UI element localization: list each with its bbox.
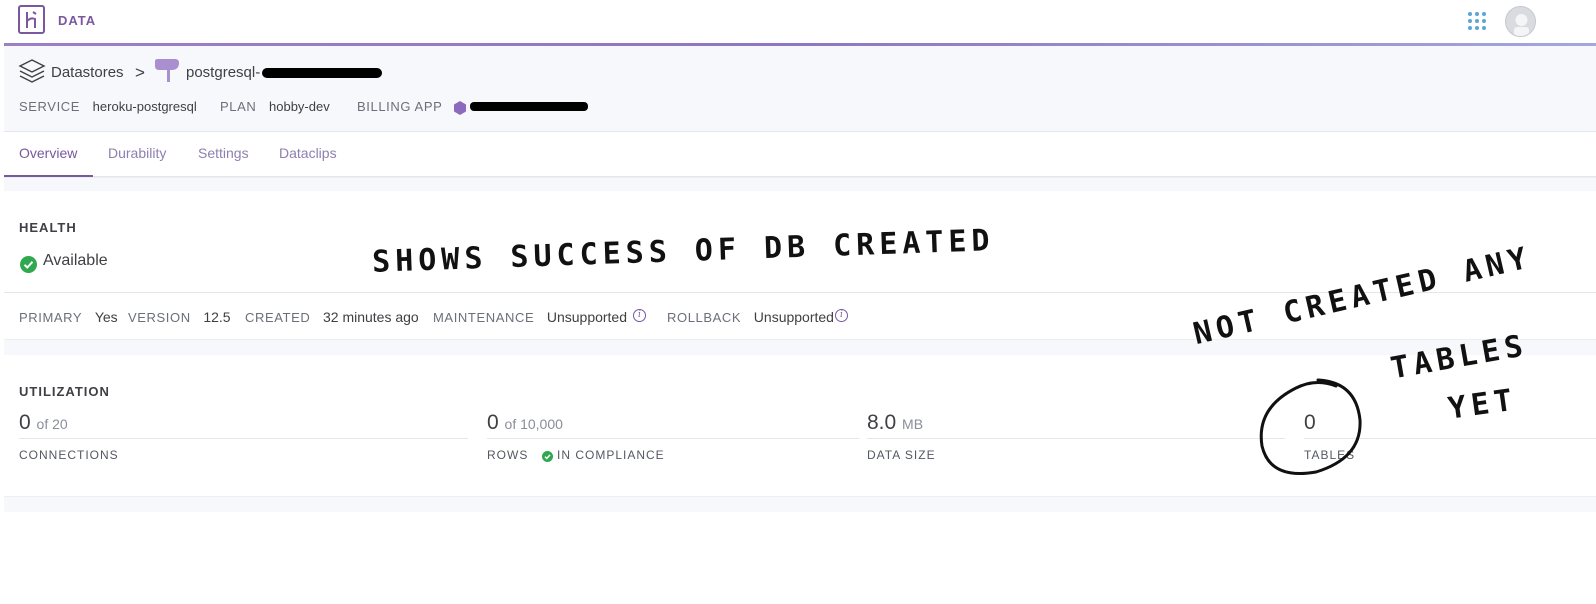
connections-limit: of 20 [36,416,68,432]
rows-bar [487,438,859,439]
rows-limit: of 10,000 [504,416,563,432]
maintenance-value: Unsupported [546,309,628,325]
version-value: 12.5 [203,309,231,325]
connections-value: 0 [19,411,31,434]
version-label: VERSION [128,310,191,325]
postgres-elephant-icon [155,59,179,82]
utilization-title: UTILIZATION [19,384,110,399]
annotation-tables-line2: TABLES [1388,327,1531,387]
section-gap [4,339,1596,355]
data-size-value: 8.0 [867,411,897,434]
stat-rollback: ROLLBACK Unsupported [667,309,834,325]
data-size-metric: 8.0 MB [867,411,923,435]
breadcrumb-database: postgresql- [186,64,261,81]
connections-label: CONNECTIONS [19,448,119,462]
created-label: CREATED [245,310,311,325]
available-check-icon [20,256,37,273]
service-label: SERVICE [19,99,81,114]
tab-dataclips[interactable]: Dataclips [279,145,337,161]
billing-app-label: BILLING APP [357,99,443,114]
redaction-mark[interactable] [470,102,588,111]
data-size-bar [867,438,1285,439]
stat-primary: PRIMARY Yes [19,309,118,325]
connections-bar [19,438,468,439]
plan-meta: PLAN hobby-dev [220,99,330,114]
primary-value: Yes [94,309,118,325]
breadcrumb-datastores[interactable]: Datastores [51,64,124,81]
service-value: heroku-postgresql [92,99,197,114]
data-size-unit: MB [902,416,924,432]
service-meta: SERVICE heroku-postgresql [19,99,197,114]
rollback-label: ROLLBACK [667,310,742,325]
compliance-status: IN COMPLIANCE [557,448,665,462]
compliance-check-icon [542,451,553,462]
primary-label: PRIMARY [19,310,83,325]
maintenance-label: MAINTENANCE [433,310,535,325]
plan-label: PLAN [220,99,257,114]
stat-version: VERSION 12.5 [128,309,231,325]
app-brand[interactable]: DATA [58,13,96,28]
heroku-logo-icon[interactable] [18,5,45,34]
tab-settings[interactable]: Settings [198,145,249,161]
resource-header: Datastores > postgresql- SERVICE heroku-… [4,46,1596,132]
rows-metric: 0 of 10,000 [487,411,563,435]
rows-label: ROWS [487,448,529,462]
section-gap [4,496,1596,512]
health-title: HEALTH [19,220,77,235]
rollback-value: Unsupported [753,309,834,325]
tab-durability[interactable]: Durability [108,145,166,161]
annotation-success: SHOWS SUCCESS OF DB CREATED [371,223,996,280]
rollback-info-icon[interactable]: i [835,309,848,322]
plan-value: hobby-dev [269,99,330,114]
stat-created: CREATED 32 minutes ago [245,309,419,325]
breadcrumb-separator: > [135,63,145,82]
section-gap [4,177,1596,191]
billing-app-meta: BILLING APP [357,99,442,114]
app-hexagon-icon [454,101,466,115]
annotation-tables-line3: YET [1446,382,1520,427]
user-avatar-icon[interactable] [1505,6,1536,37]
tab-overview[interactable]: Overview [19,145,77,161]
rows-value: 0 [487,411,499,434]
apps-grid-icon[interactable] [1468,12,1488,32]
top-bar: DATA [0,0,1596,44]
health-status: Available [43,252,108,269]
stat-maintenance: MAINTENANCE Unsupported [433,309,627,325]
maintenance-info-icon[interactable]: i [633,309,646,322]
redaction-mark [262,68,382,78]
datastores-stack-icon [18,59,46,83]
tab-bar: Overview Durability Settings Dataclips [4,132,1596,177]
connections-metric: 0 of 20 [19,411,68,435]
created-value: 32 minutes ago [322,309,419,325]
data-size-label: DATA SIZE [867,448,936,462]
hand-drawn-circle [1259,378,1362,475]
